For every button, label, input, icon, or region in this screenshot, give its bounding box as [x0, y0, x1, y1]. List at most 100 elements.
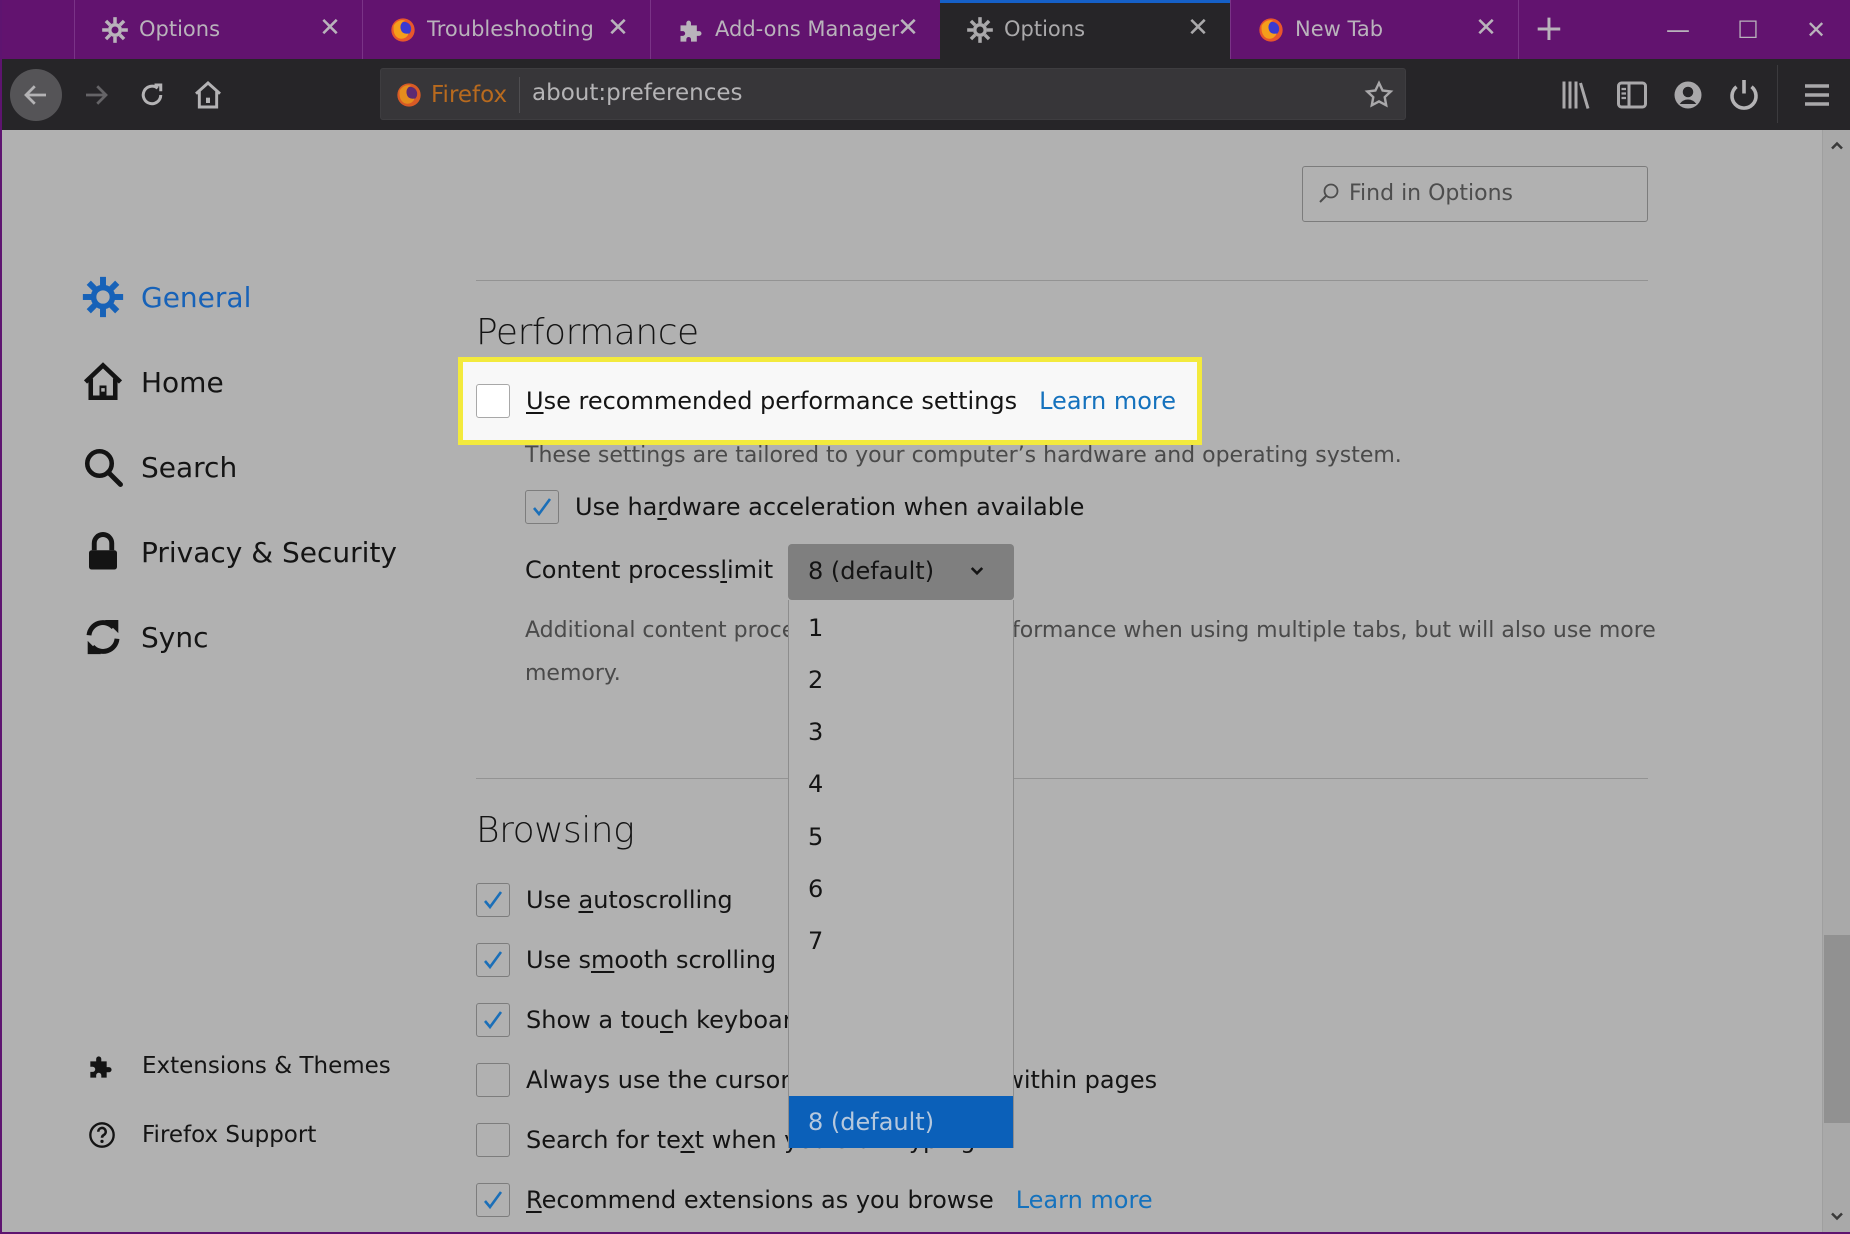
identity-box[interactable]: Firefox	[395, 80, 507, 110]
dropdown-option[interactable]: 5	[789, 811, 1013, 863]
recommended-performance-checkbox[interactable]	[476, 384, 510, 418]
find-in-options-input[interactable]: Find in Options	[1302, 166, 1648, 222]
reload-button[interactable]	[126, 69, 178, 121]
sidebar-item-privacy[interactable]: Privacy & Security	[82, 531, 397, 573]
learn-more-link[interactable]: Learn more	[1039, 387, 1176, 415]
vertical-scrollbar[interactable]	[1822, 130, 1850, 1232]
help-icon	[89, 1122, 115, 1148]
close-tab-icon[interactable]: ✕	[1472, 14, 1500, 42]
tab-options-1[interactable]: Options ✕	[74, 0, 362, 59]
close-tab-icon[interactable]: ✕	[316, 14, 344, 42]
recommend-extensions-label[interactable]: Recommend extensions as you browse	[526, 1186, 994, 1214]
hamburger-menu-icon[interactable]	[1799, 77, 1835, 113]
account-icon[interactable]	[1670, 77, 1706, 113]
recommend-extensions-checkbox[interactable]	[476, 1183, 510, 1217]
search-text-typing-checkbox[interactable]	[476, 1123, 510, 1157]
forward-button[interactable]	[70, 69, 122, 121]
tab-divider	[1518, 0, 1519, 59]
sidebar-item-label: Home	[141, 365, 224, 399]
bookmark-star-icon[interactable]	[1363, 79, 1395, 111]
sidebar-firefox-support[interactable]: Firefox Support	[88, 1121, 316, 1149]
smooth-scrolling-label[interactable]: Use smooth scrolling	[526, 946, 776, 974]
autoscrolling-label[interactable]: Use autoscrolling	[526, 886, 733, 914]
minimize-button[interactable]: —	[1658, 10, 1698, 50]
tab-label: New Tab	[1295, 17, 1384, 41]
recommended-performance-label[interactable]: Use recommended performance settings	[526, 387, 1017, 415]
process-limit-description-line2: memory.	[525, 661, 621, 686]
tab-label: Add-ons Manager	[715, 17, 900, 41]
firefox-icon	[391, 18, 415, 42]
new-tab-button[interactable]: +	[1532, 11, 1566, 47]
hardware-acceleration-row: Use hardware acceleration when available	[525, 490, 1084, 524]
maximize-button[interactable]: ☐	[1728, 10, 1768, 50]
dropdown-option[interactable]: 3	[789, 706, 1013, 758]
touch-keyboard-checkbox[interactable]	[476, 1003, 510, 1037]
tab-bar: Options ✕ Troubleshooting Inf ✕ Add-ons …	[2, 0, 1850, 59]
sidebar-item-label: Sync	[141, 620, 209, 654]
tab-options-active[interactable]: Options ✕	[940, 0, 1230, 59]
sidebar-footer-label: Firefox Support	[142, 1122, 317, 1148]
content-process-limit-dropdown: 1 2 3 4 5 6 7 8 (default)	[788, 600, 1014, 1148]
checkmark-icon	[533, 498, 552, 517]
home-icon	[195, 81, 221, 109]
tab-label: Options	[139, 17, 221, 41]
sidebar-item-sync[interactable]: Sync	[82, 616, 208, 658]
url-bar[interactable]: Firefox about:preferences	[380, 68, 1406, 120]
url-text[interactable]: about:preferences	[532, 80, 743, 106]
arrow-right-icon	[86, 85, 108, 105]
tab-label: Troubleshooting Inf	[427, 17, 595, 41]
close-tab-icon[interactable]: ✕	[604, 14, 632, 42]
hardware-acceleration-checkbox[interactable]	[525, 490, 559, 524]
library-icon[interactable]	[1558, 77, 1594, 113]
dropdown-option-selected[interactable]: 8 (default)	[789, 1096, 1013, 1148]
close-tab-icon[interactable]: ✕	[894, 14, 922, 42]
tab-troubleshooting[interactable]: Troubleshooting Inf ✕	[362, 0, 650, 59]
cursor-keys-checkbox[interactable]	[476, 1063, 510, 1097]
dropdown-option[interactable]: 4	[789, 758, 1013, 810]
sync-icon	[86, 619, 120, 655]
scroll-up-icon[interactable]	[1827, 136, 1847, 156]
section-divider	[476, 778, 1648, 779]
content-process-limit-select[interactable]: 8 (default)	[788, 544, 1014, 600]
scroll-down-icon[interactable]	[1827, 1206, 1847, 1226]
lock-icon	[89, 532, 117, 570]
scrollbar-thumb[interactable]	[1824, 935, 1850, 1123]
dropdown-option[interactable]: 6	[789, 863, 1013, 915]
checkmark-icon	[484, 891, 503, 910]
performance-heading: Performance	[476, 312, 699, 353]
puzzle-icon	[680, 20, 702, 42]
power-icon[interactable]	[1726, 77, 1762, 113]
learn-more-link[interactable]: Learn more	[1016, 1186, 1153, 1214]
sidebar-item-home[interactable]: Home	[82, 361, 224, 403]
content-process-limit-label: Content process l imit	[525, 556, 774, 584]
dropdown-option[interactable]: 1	[789, 602, 1013, 654]
sidebar-item-search[interactable]: Search	[82, 446, 237, 488]
sidebar-extensions-themes[interactable]: Extensions & Themes	[88, 1052, 391, 1080]
checkmark-icon	[484, 951, 503, 970]
autoscrolling-checkbox[interactable]	[476, 883, 510, 917]
close-tab-icon[interactable]: ✕	[1184, 14, 1212, 42]
checkmark-icon	[484, 1191, 503, 1210]
sidebar-item-general[interactable]: General	[82, 276, 251, 318]
recommended-performance-row: Use recommended performance settings Lea…	[476, 384, 1176, 418]
window-close-button[interactable]: ✕	[1796, 10, 1836, 50]
checkmark-icon	[484, 1011, 503, 1030]
hardware-acceleration-label[interactable]: Use hardware acceleration when available	[575, 493, 1084, 521]
chevron-down-icon	[970, 567, 984, 576]
tab-new-tab[interactable]: New Tab ✕	[1230, 0, 1518, 59]
smooth-scrolling-checkbox[interactable]	[476, 943, 510, 977]
back-button[interactable]	[10, 69, 62, 121]
dropdown-option[interactable]: 2	[789, 654, 1013, 706]
tab-addons-manager[interactable]: Add-ons Manager ✕	[650, 0, 940, 59]
arrow-left-icon	[24, 85, 46, 105]
firefox-icon	[397, 83, 421, 107]
smooth-scrolling-row: Use smooth scrolling	[476, 943, 776, 977]
home-button[interactable]	[182, 69, 234, 121]
recommended-performance-description: These settings are tailored to your comp…	[525, 443, 1402, 468]
dropdown-option[interactable]: 7	[789, 915, 1013, 967]
recommend-extensions-row: Recommend extensions as you browse Learn…	[476, 1183, 1153, 1217]
sidebar-icon[interactable]	[1614, 77, 1650, 113]
sidebar-item-label: Search	[141, 450, 238, 484]
firefox-icon	[1259, 18, 1283, 42]
nav-toolbar: Firefox about:preferences	[2, 59, 1850, 130]
